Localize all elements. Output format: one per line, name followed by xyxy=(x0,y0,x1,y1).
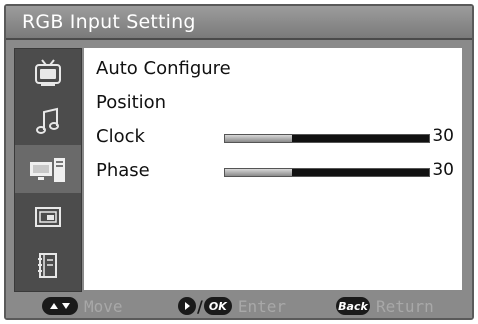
hint-move-label: Move xyxy=(84,296,123,316)
sidebar-item-sound[interactable] xyxy=(15,97,81,145)
clock-slider[interactable] xyxy=(224,134,430,143)
clock-value: 30 xyxy=(432,126,454,146)
phase-slider[interactable] xyxy=(224,168,430,177)
sidebar-item-tv[interactable] xyxy=(15,49,81,97)
music-note-icon xyxy=(36,107,59,134)
title-bar: RGB Input Setting xyxy=(6,6,472,40)
menu-item-label: Phase xyxy=(96,160,150,181)
menu-content: Auto Configure Position Clock 30 Phase 3… xyxy=(84,48,462,290)
menu-item-position[interactable]: Position xyxy=(84,88,462,118)
hint-return: Back Return xyxy=(336,296,434,316)
settings-book-icon xyxy=(38,253,57,278)
up-down-button-icon xyxy=(42,297,78,315)
ok-button-icon: OK xyxy=(203,297,232,315)
back-button-icon: Back xyxy=(336,297,370,315)
monitor-icon xyxy=(30,158,65,182)
hint-enter-label: Enter xyxy=(237,296,287,316)
picture-in-picture-icon xyxy=(35,207,61,227)
menu-item-clock[interactable]: Clock 30 xyxy=(84,122,462,152)
help-bar: Move / OK Enter Back Return xyxy=(6,294,472,318)
osd-window: RGB Input Setting Auto Configure Positio… xyxy=(4,4,474,320)
sidebar xyxy=(14,48,82,292)
menu-item-label: Position xyxy=(96,92,167,113)
tv-icon xyxy=(35,59,61,86)
hint-return-label: Return xyxy=(376,296,434,316)
menu-item-phase[interactable]: Phase 30 xyxy=(84,156,462,186)
menu-item-label: Auto Configure xyxy=(96,58,231,79)
menu-item-label: Clock xyxy=(96,126,145,147)
phase-slider-fill xyxy=(225,169,293,176)
slash-separator: / xyxy=(197,296,203,316)
hint-enter: / OK Enter xyxy=(178,296,286,316)
phase-value: 30 xyxy=(432,160,454,180)
window-title: RGB Input Setting xyxy=(22,11,196,33)
right-arrow-button-icon xyxy=(178,297,196,315)
sidebar-item-display[interactable] xyxy=(15,145,81,193)
menu-item-auto-configure[interactable]: Auto Configure xyxy=(84,54,462,84)
sidebar-item-setup[interactable] xyxy=(15,241,81,289)
sidebar-item-pip[interactable] xyxy=(15,193,81,241)
hint-move: Move xyxy=(42,296,123,316)
clock-slider-fill xyxy=(225,135,293,142)
